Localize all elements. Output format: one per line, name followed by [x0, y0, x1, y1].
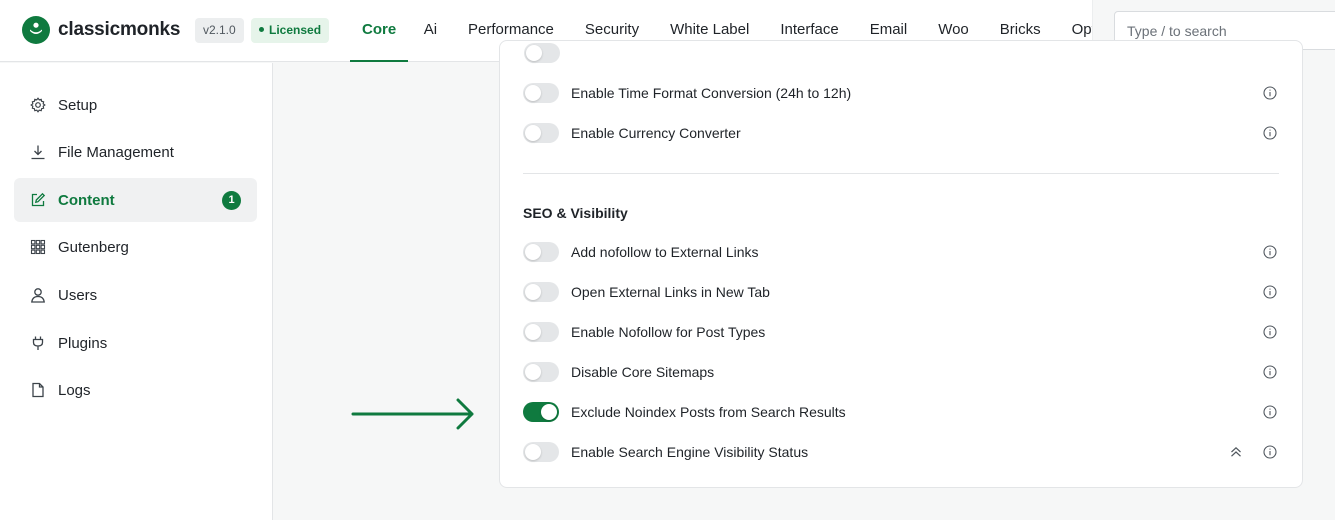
- sidebar-item-file-management[interactable]: File Management: [14, 130, 257, 174]
- toggle-switch[interactable]: [523, 83, 559, 103]
- setting-label: Add nofollow to External Links: [571, 244, 759, 260]
- download-icon: [31, 145, 45, 160]
- toggle-switch-on[interactable]: [523, 402, 559, 422]
- toggle-switch[interactable]: [523, 282, 559, 302]
- setting-label: Exclude Noindex Posts from Search Result…: [571, 404, 846, 420]
- sidebar-item-label: Gutenberg: [58, 238, 129, 256]
- info-icon[interactable]: [1263, 365, 1277, 379]
- partial-hidden-toggle[interactable]: [524, 43, 560, 63]
- grid-icon: [30, 239, 46, 255]
- sidebar-item-label: Logs: [58, 381, 91, 399]
- sidebar-item-setup[interactable]: Setup: [14, 83, 257, 127]
- sidebar-item-label: Users: [58, 286, 98, 304]
- edit-icon: [31, 192, 46, 207]
- setting-label: Enable Nofollow for Post Types: [571, 324, 766, 340]
- setting-label: Enable Time Format Conversion (24h to 12…: [571, 85, 852, 101]
- toggle-switch[interactable]: [523, 442, 559, 462]
- toggle-switch[interactable]: [523, 362, 559, 382]
- sidebar-item-plugins[interactable]: Plugins: [14, 321, 257, 365]
- info-icon[interactable]: [1263, 86, 1277, 100]
- monk-logo-icon: [22, 16, 50, 44]
- info-icon[interactable]: [1263, 445, 1277, 459]
- setting-row: Enable Time Format Conversion (24h to 12…: [523, 79, 1279, 107]
- setting-label: Enable Currency Converter: [571, 125, 741, 141]
- setting-row: Open External Links in New Tab: [523, 278, 1279, 306]
- license-status-dot-icon: [259, 27, 264, 33]
- chevron-up-double-icon[interactable]: [1229, 445, 1243, 459]
- gear-icon: [30, 97, 46, 113]
- setting-row: Enable Search Engine Visibility Status: [523, 438, 1279, 466]
- toggle-switch[interactable]: [523, 242, 559, 262]
- user-icon: [31, 288, 45, 303]
- section-title: SEO & Visibility: [523, 205, 628, 221]
- settings-list: Enable Time Format Conversion (24h to 12…: [499, 63, 1303, 489]
- notification-badge: 1: [222, 191, 241, 210]
- license-label: Licensed: [269, 23, 322, 37]
- sidebar-item-label: Content: [58, 191, 115, 209]
- toggle-switch[interactable]: [523, 123, 559, 143]
- info-icon[interactable]: [1263, 405, 1277, 419]
- sidebar-item-label: File Management: [58, 143, 174, 161]
- setting-row: Exclude Noindex Posts from Search Result…: [523, 398, 1279, 426]
- setting-label: Open External Links in New Tab: [571, 284, 770, 300]
- sidebar-item-label: Plugins: [58, 334, 108, 352]
- setting-row: Add nofollow to External Links: [523, 238, 1279, 266]
- plug-icon: [32, 336, 44, 350]
- setting-row: Disable Core Sitemaps: [523, 358, 1279, 386]
- tab-ai[interactable]: Ai: [408, 0, 452, 62]
- pointer-arrow-icon: [351, 398, 474, 430]
- sidebar-item-logs[interactable]: Logs: [14, 368, 257, 412]
- info-icon[interactable]: [1263, 285, 1277, 299]
- sidebar-item-label: Setup: [58, 96, 98, 114]
- tab-core[interactable]: Core: [350, 0, 409, 62]
- brand-name: classicmonks: [58, 19, 181, 40]
- setting-row: Enable Nofollow for Post Types: [523, 318, 1279, 346]
- brand-logo[interactable]: classicmonks: [22, 16, 180, 44]
- setting-row: Enable Currency Converter: [523, 119, 1279, 147]
- sidebar-item-gutenberg[interactable]: Gutenberg: [14, 225, 257, 269]
- sidebar: Setup File Management Content 1 Gutenber…: [0, 63, 273, 520]
- section-divider: [523, 173, 1279, 174]
- info-icon[interactable]: [1263, 325, 1277, 339]
- setting-label: Disable Core Sitemaps: [571, 364, 715, 380]
- info-icon[interactable]: [1263, 126, 1277, 140]
- toggle-switch[interactable]: [523, 322, 559, 342]
- info-icon[interactable]: [1263, 245, 1277, 259]
- sidebar-item-users[interactable]: Users: [14, 273, 257, 317]
- sidebar-item-content[interactable]: Content 1: [14, 178, 257, 222]
- license-badge: Licensed: [251, 18, 330, 43]
- setting-label: Enable Search Engine Visibility Status: [571, 444, 809, 460]
- version-badge: v2.1.0: [195, 18, 244, 43]
- file-icon: [32, 382, 44, 398]
